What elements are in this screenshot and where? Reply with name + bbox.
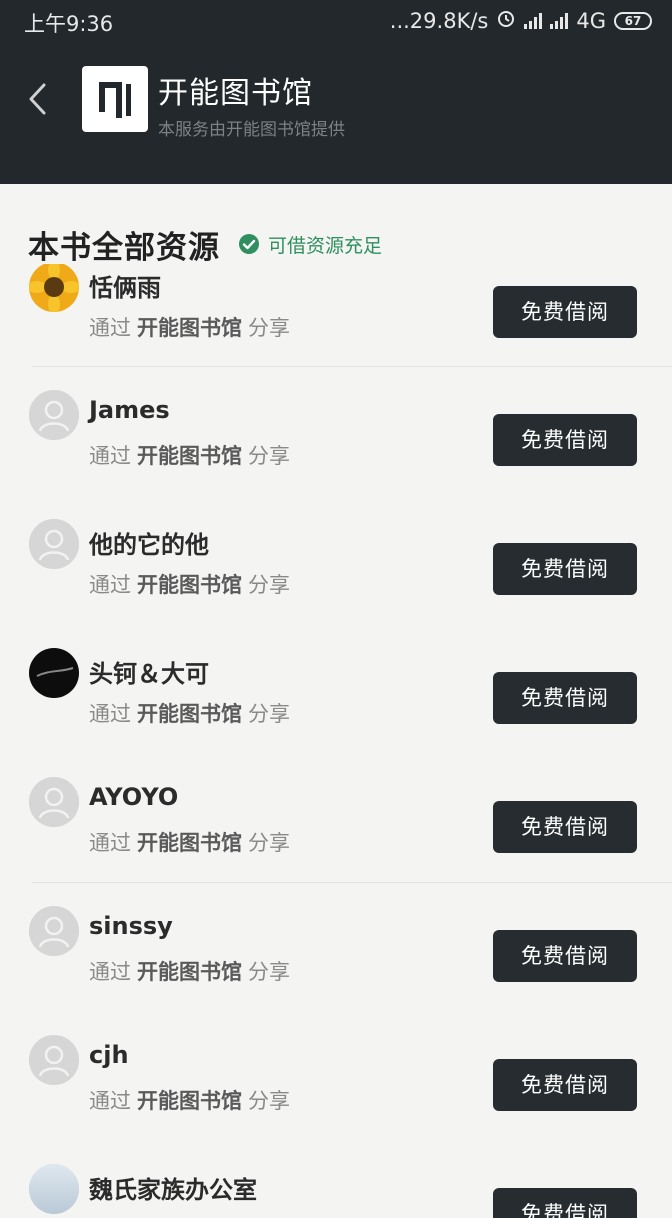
via-prefix: 通过 bbox=[89, 702, 131, 726]
free-borrow-button[interactable]: 免费借阅 bbox=[493, 1059, 637, 1111]
sharer-name: sinssy bbox=[89, 912, 173, 940]
row-divider bbox=[32, 366, 672, 367]
free-borrow-button[interactable]: 免费借阅 bbox=[493, 672, 637, 724]
share-source: 通过开能图书馆分享 bbox=[89, 1085, 290, 1115]
share-source: 通过开能图书馆分享 bbox=[89, 440, 290, 470]
avatar[interactable] bbox=[29, 390, 79, 440]
free-borrow-button[interactable]: 免费借阅 bbox=[493, 543, 637, 595]
share-source: 通过开能图书馆分享 bbox=[89, 956, 290, 986]
share-source: 通过开能图书馆分享 bbox=[89, 569, 290, 599]
via-library: 开能图书馆 bbox=[137, 573, 242, 597]
via-suffix: 分享 bbox=[248, 444, 290, 468]
free-borrow-button[interactable]: 免费借阅 bbox=[493, 1188, 637, 1218]
list-item-3: 他的它的他 通过 开能图书馆 分享 免费借阅 bbox=[0, 495, 672, 624]
via-prefix: 通过 bbox=[89, 316, 131, 340]
network-type: 4G bbox=[576, 8, 606, 33]
list-item-8: 魏氏家族办公室 通过开能图书馆分享 免费借阅 bbox=[0, 1140, 672, 1218]
share-source: 通过开能图书馆分享 bbox=[89, 312, 290, 342]
via-library: 开能图书馆 bbox=[137, 831, 242, 855]
via-prefix: 通过 bbox=[89, 1089, 131, 1113]
avatar[interactable] bbox=[29, 1035, 79, 1085]
list-item-6: sinssy 通过 开能图书馆 分享 免费借阅 bbox=[0, 882, 672, 1011]
list-item-1: 恬俩雨 通过 开能图书馆 分享 免费借阅 bbox=[0, 264, 672, 367]
check-circle-icon bbox=[238, 233, 260, 255]
via-prefix: 通过 bbox=[89, 444, 131, 468]
via-library: 开能图书馆 bbox=[137, 960, 242, 984]
avatar[interactable] bbox=[29, 777, 79, 827]
net-speed: ...29.8K/s bbox=[389, 8, 489, 33]
avatar[interactable] bbox=[29, 648, 79, 698]
share-source: 通过开能图书馆分享 bbox=[89, 698, 290, 728]
via-library: 开能图书馆 bbox=[137, 316, 242, 340]
share-source: 通过开能图书馆分享 bbox=[89, 827, 290, 857]
status-indicators: ...29.8K/s 4G 67 bbox=[390, 8, 652, 33]
list-item-4: 头钶＆大可 通过 开能图书馆 分享 免费借阅 bbox=[0, 624, 672, 753]
status-time: 上午9:36 bbox=[24, 12, 114, 36]
signal-icon-2 bbox=[550, 12, 569, 29]
via-suffix: 分享 bbox=[248, 1089, 290, 1113]
share-source: 通过开能图书馆分享 bbox=[89, 1214, 290, 1218]
list-item-2: James 通过 开能图书馆 分享 免费借阅 bbox=[0, 366, 672, 495]
library-subtitle: 本服务由开能图书馆提供 bbox=[158, 120, 345, 140]
resource-list[interactable]: 恬俩雨 通过 开能图书馆 分享 免费借阅 James 通过 开能图书馆 分享 免费借阅 … bbox=[0, 264, 672, 1218]
via-library: 开能图书馆 bbox=[137, 702, 242, 726]
section-title: 本书全部资源 bbox=[28, 229, 220, 266]
status-bar: 上午9:36 ...29.8K/s 4G 67 bbox=[0, 0, 672, 42]
sharer-name: 恬俩雨 bbox=[89, 274, 161, 302]
via-suffix: 分享 bbox=[248, 831, 290, 855]
via-library: 开能图书馆 bbox=[137, 1089, 242, 1113]
alarm-icon bbox=[496, 8, 516, 33]
via-suffix: 分享 bbox=[248, 573, 290, 597]
sharer-name: James bbox=[89, 396, 170, 424]
sharer-name: AYOYO bbox=[89, 783, 179, 811]
library-logo bbox=[82, 66, 148, 132]
free-borrow-button[interactable]: 免费借阅 bbox=[493, 414, 637, 466]
battery-icon: 67 bbox=[614, 11, 652, 30]
list-item-5: AYOYO 通过 开能图书馆 分享 免费借阅 bbox=[0, 753, 672, 882]
section-header: 本书全部资源 可借资源充足 bbox=[28, 222, 382, 266]
via-suffix: 分享 bbox=[248, 316, 290, 340]
avatar[interactable] bbox=[29, 264, 79, 312]
avatar[interactable] bbox=[29, 906, 79, 956]
via-prefix: 通过 bbox=[89, 831, 131, 855]
free-borrow-button[interactable]: 免费借阅 bbox=[493, 930, 637, 982]
signal-icon bbox=[524, 12, 543, 29]
via-prefix: 通过 bbox=[89, 573, 131, 597]
sharer-name: 头钶＆大可 bbox=[89, 660, 209, 688]
avatar[interactable] bbox=[29, 1164, 79, 1214]
back-button[interactable] bbox=[26, 82, 48, 116]
free-borrow-button[interactable]: 免费借阅 bbox=[493, 801, 637, 853]
row-divider bbox=[32, 882, 672, 883]
via-prefix: 通过 bbox=[89, 960, 131, 984]
via-suffix: 分享 bbox=[248, 702, 290, 726]
via-suffix: 分享 bbox=[248, 960, 290, 984]
avatar[interactable] bbox=[29, 519, 79, 569]
sharer-name: cjh bbox=[89, 1041, 129, 1069]
app-header: 上午9:36 ...29.8K/s 4G 67 开能图书馆 本服务由开能图书馆提… bbox=[0, 0, 672, 184]
library-name: 开能图书馆 bbox=[158, 76, 313, 111]
list-item-7: cjh 通过 开能图书馆 分享 免费借阅 bbox=[0, 1011, 672, 1140]
free-borrow-button[interactable]: 免费借阅 bbox=[493, 286, 637, 338]
via-library: 开能图书馆 bbox=[137, 444, 242, 468]
sharer-name: 他的它的他 bbox=[89, 531, 209, 559]
availability-status: 可借资源充足 bbox=[268, 234, 383, 257]
sharer-name: 魏氏家族办公室 bbox=[89, 1176, 257, 1204]
